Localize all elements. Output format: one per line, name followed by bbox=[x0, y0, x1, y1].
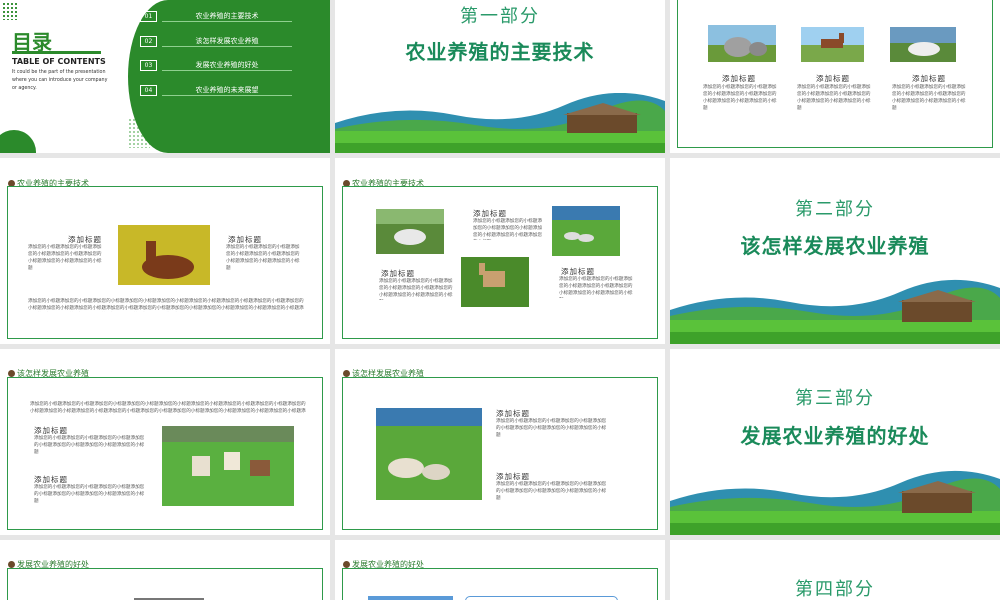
grassland-image bbox=[670, 278, 1000, 344]
body-text-3: 添加您的小标题添加您的小标题添加您的小标题添加您的小标题添加您的小标题添加您的小… bbox=[892, 85, 966, 111]
section-number: 第二部分 bbox=[795, 199, 875, 220]
heading-3: 添加标题 bbox=[912, 74, 946, 83]
slide-technique-2[interactable]: 农业养殖的主要技术 添加标题 添加您的小标题添加您的小标题添加您的小标题添加您的… bbox=[335, 158, 665, 344]
toc-item-text: 农业养殖的未来展望 bbox=[162, 85, 292, 96]
slide-technique-1[interactable]: 农业养殖的主要技术 添加标题 添加您的小标题添加您的小标题添加您的小标题添加您的… bbox=[0, 158, 330, 344]
body-text-bottom: 添加您的小标题添加您的小标题添加您的小标题添加您的小标题添加您的小标题添加您的小… bbox=[28, 299, 304, 311]
toc-item-2[interactable]: 02 该怎样发展农业养殖 bbox=[140, 36, 292, 48]
toc-corner-circle bbox=[0, 130, 36, 153]
photo-rocks bbox=[708, 25, 776, 62]
slide-benefit-1[interactable]: 发展农业养殖的好处 bbox=[0, 540, 330, 600]
slide-develop-2[interactable]: 该怎样发展农业养殖 添加标题 添加您的小标题添加您的小标题添加您的小标题添加您的… bbox=[335, 349, 665, 535]
slide-part-3[interactable]: 第三部分 发展农业养殖的好处 bbox=[670, 349, 1000, 535]
photo-sheep-herd bbox=[376, 408, 482, 500]
toc-item-number: 01 bbox=[140, 11, 157, 22]
toc-underline bbox=[12, 51, 101, 54]
body-text-1: 添加您的小标题添加您的小标题添加您的小标题添加您的小标题添加您的小标题添加您的小… bbox=[703, 85, 777, 111]
body-text-2: 添加您的小标题添加您的小标题添加您的小标题添加您的小标题添加您的小标题添加您的小… bbox=[34, 485, 145, 504]
slide-part-2[interactable]: 第二部分 该怎样发展农业养殖 bbox=[670, 158, 1000, 344]
grassland-image bbox=[670, 469, 1000, 535]
body-text-bottom-left: 添加您的小标题添加您的小标题添加您的小标题添加您的小标题添加您的小标题添加您的小… bbox=[379, 279, 453, 298]
toc-item-text: 发展农业养殖的好处 bbox=[162, 60, 292, 71]
body-text-top: 添加您的小标题添加您的小标题添加您的小标题添加您的小标题添加您的小标题添加您的小… bbox=[30, 402, 306, 414]
photo-sheep-lake bbox=[552, 206, 620, 256]
toc-item-number: 03 bbox=[140, 60, 157, 71]
toc-item-4[interactable]: 04 农业养殖的未来展望 bbox=[140, 85, 292, 97]
toc-item-text: 该怎样发展农业养殖 bbox=[162, 36, 292, 47]
dot-grid bbox=[2, 2, 18, 20]
slide-part-1[interactable]: 第一部分 农业养殖的主要技术 bbox=[335, 0, 665, 153]
toc-description: It could be the part of the presentation… bbox=[12, 70, 108, 91]
body-text-top: 添加您的小标题添加您的小标题添加您的小标题添加您的小标题添加您的小标题添加您的小… bbox=[473, 219, 542, 238]
section-number: 第四部分 bbox=[795, 579, 875, 600]
slide-benefit-2[interactable]: 发展农业养殖的好处 bbox=[335, 540, 665, 600]
heading-1: 添加标题 bbox=[722, 74, 756, 83]
body-text-2: 添加您的小标题添加您的小标题添加您的小标题添加您的小标题添加您的小标题添加您的小… bbox=[797, 85, 871, 111]
section-number: 第三部分 bbox=[795, 388, 875, 409]
grassland-image bbox=[335, 93, 665, 153]
body-text-1: 添加您的小标题添加您的小标题添加您的小标题添加您的小标题添加您的小标题添加您的小… bbox=[34, 436, 145, 455]
slide-part-4[interactable]: 第四部分 bbox=[670, 540, 1000, 600]
toc-item-3[interactable]: 03 发展农业养殖的好处 bbox=[140, 60, 292, 72]
blue-bar bbox=[368, 596, 453, 600]
toc-item-text: 农业养殖的主要技术 bbox=[162, 11, 292, 22]
section-number: 第一部分 bbox=[460, 6, 540, 27]
content-frame bbox=[7, 568, 323, 600]
toc-item-number: 04 bbox=[140, 85, 157, 96]
body-text-left: 添加您的小标题添加您的小标题添加您的小标题添加您的小标题添加您的小标题添加您的小… bbox=[28, 245, 102, 271]
body-text-right: 添加您的小标题添加您的小标题添加您的小标题添加您的小标题添加您的小标题添加您的小… bbox=[226, 245, 300, 271]
slide-toc[interactable]: 目录 TABLE OF CONTENTS It could be the par… bbox=[0, 0, 330, 153]
section-title: 该怎样发展农业养殖 bbox=[740, 234, 930, 258]
heading-2: 添加标题 bbox=[816, 74, 850, 83]
photo-cow bbox=[890, 27, 956, 62]
photo-foal bbox=[118, 225, 210, 285]
photo-brown-horse bbox=[461, 257, 529, 307]
body-text-2: 添加您的小标题添加您的小标题添加您的小标题添加您的小标题添加您的小标题添加您的小… bbox=[496, 482, 607, 501]
photo-white-cow bbox=[376, 209, 444, 254]
toc-subtitle: TABLE OF CONTENTS bbox=[12, 57, 106, 66]
section-title: 农业养殖的主要技术 bbox=[405, 40, 595, 64]
body-text-1: 添加您的小标题添加您的小标题添加您的小标题添加您的小标题添加您的小标题添加您的小… bbox=[496, 419, 607, 438]
section-title: 发展农业养殖的好处 bbox=[740, 424, 930, 448]
photo-alpacas bbox=[162, 426, 294, 506]
rounded-box-edge bbox=[465, 596, 618, 600]
slide-three-photos[interactable]: 添加标题 添加标题 添加标题 添加您的小标题添加您的小标题添加您的小标题添加您的… bbox=[670, 0, 1000, 153]
toc-item-1[interactable]: 01 农业养殖的主要技术 bbox=[140, 11, 292, 23]
body-text-bottom-right: 添加您的小标题添加您的小标题添加您的小标题添加您的小标题添加您的小标题添加您的小… bbox=[559, 277, 633, 296]
toc-item-number: 02 bbox=[140, 36, 157, 47]
photo-horse bbox=[801, 27, 864, 62]
slide-develop-1[interactable]: 该怎样发展农业养殖 添加您的小标题添加您的小标题添加您的小标题添加您的小标题添加… bbox=[0, 349, 330, 535]
